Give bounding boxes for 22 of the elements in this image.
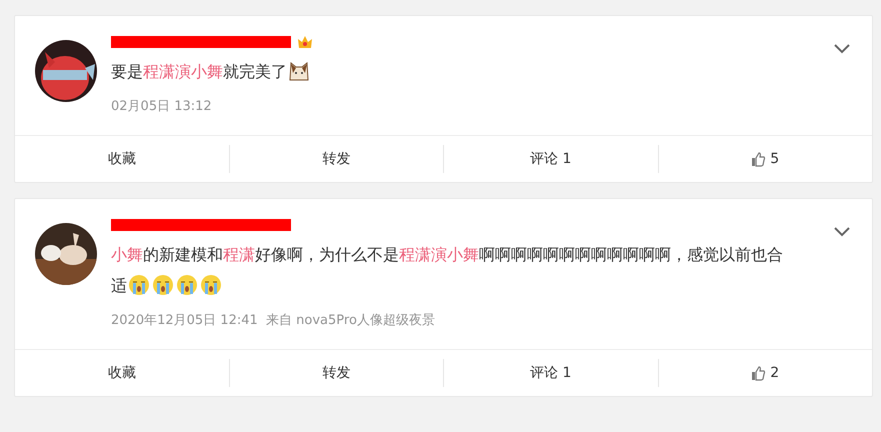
action-button[interactable]: 收藏	[15, 145, 228, 173]
thumbs-up-icon	[751, 366, 766, 380]
chevron-down-icon[interactable]	[834, 227, 850, 237]
comment-text: 小舞的新建模和程潇好像啊，为什么不是程潇演小舞啊啊啊啊啊啊啊啊啊啊啊啊，感觉以前也合适	[111, 244, 784, 298]
crown-icon	[297, 35, 313, 49]
crying-face-icon	[176, 274, 198, 296]
action-button[interactable]: 转发	[228, 145, 443, 173]
comment-text: 要是程潇演小舞就完美了	[111, 56, 791, 87]
chevron-down-icon[interactable]	[834, 44, 850, 54]
action-button[interactable]: 收藏	[15, 359, 228, 387]
action-button[interactable]: 评论 1	[443, 359, 658, 387]
comment-time: 2020年12月05日 12:41 来自 nova5Pro人像超级夜景	[111, 312, 436, 329]
like-button[interactable]: 2	[658, 359, 872, 387]
like-button[interactable]: 5	[658, 145, 872, 173]
thumbs-up-icon	[751, 152, 766, 166]
crying-face-icon	[152, 274, 174, 296]
action-button[interactable]: 评论 1	[443, 145, 658, 173]
crying-face-icon	[200, 274, 222, 296]
comment-time: 02月05日 13:12	[111, 98, 213, 115]
cat-face-icon	[288, 60, 310, 82]
crying-face-icon	[128, 274, 150, 296]
action-button[interactable]: 转发	[228, 359, 443, 387]
